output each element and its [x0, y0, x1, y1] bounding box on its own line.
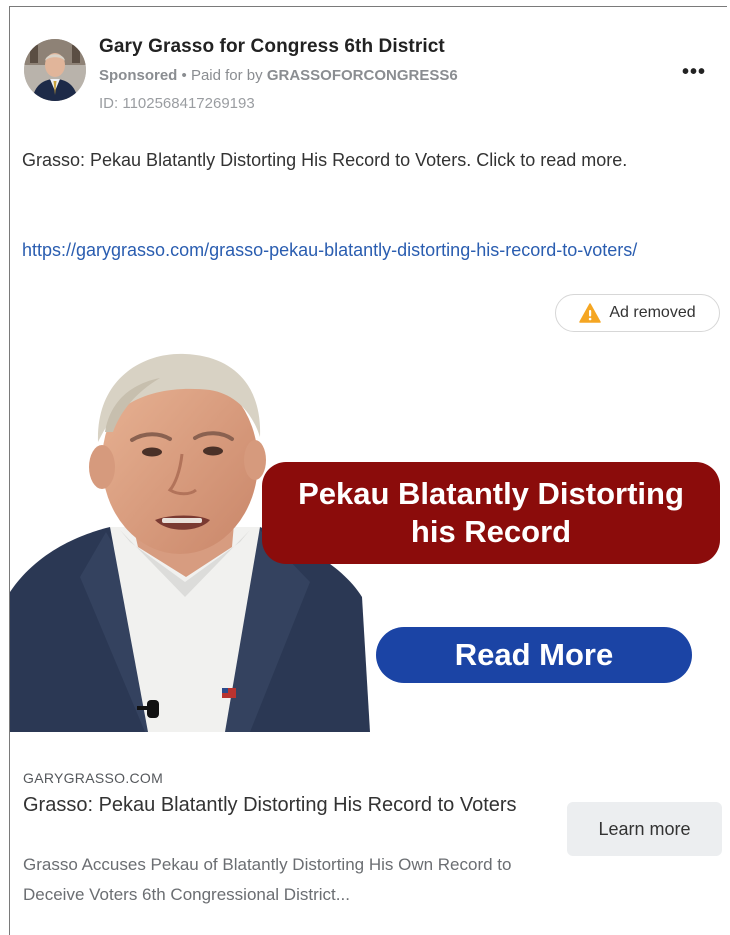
link-description: Grasso Accuses Pekau of Blatantly Distor…	[23, 855, 512, 904]
meta-separator: •	[177, 67, 191, 84]
link-preview[interactable]: GARYGRASSO.COM Grasso: Pekau Blatantly D…	[10, 732, 728, 935]
ad-creative[interactable]: Pekau Blatantly Distorting his Record Re…	[10, 342, 728, 732]
read-more-button[interactable]: Read More	[376, 627, 692, 683]
ad-id: ID: 1102568417269193	[99, 95, 255, 112]
page-name[interactable]: Gary Grasso for Congress 6th District	[99, 36, 445, 58]
status-badge: Ad removed	[555, 294, 720, 332]
avatar-image	[24, 39, 86, 101]
sponsored-label[interactable]: Sponsored	[99, 67, 177, 84]
more-options-icon[interactable]: •••	[682, 61, 706, 84]
post-body-link[interactable]: https://garygrasso.com/grasso-pekau-blat…	[22, 235, 712, 265]
status-badge-label: Ad removed	[609, 304, 696, 321]
link-title[interactable]: Grasso: Pekau Blatantly Distorting His R…	[23, 790, 553, 820]
link-domain: GARYGRASSO.COM	[23, 770, 164, 786]
post-header: Gary Grasso for Congress 6th District Sp…	[24, 31, 714, 121]
post-body-text: Grasso: Pekau Blatantly Distorting His R…	[22, 150, 628, 170]
warning-icon	[579, 303, 602, 323]
sponsored-line: Sponsored • Paid for by GRASSOFORCONGRES…	[99, 67, 458, 84]
payer-name: GRASSOFORCONGRESS6	[266, 67, 458, 84]
paid-for-prefix: Paid for by	[190, 67, 267, 84]
creative-headline: Pekau Blatantly Distorting his Record	[262, 462, 720, 564]
learn-more-button[interactable]: Learn more	[567, 802, 722, 856]
avatar[interactable]	[24, 39, 86, 101]
ad-card: Gary Grasso for Congress 6th District Sp…	[9, 6, 728, 935]
